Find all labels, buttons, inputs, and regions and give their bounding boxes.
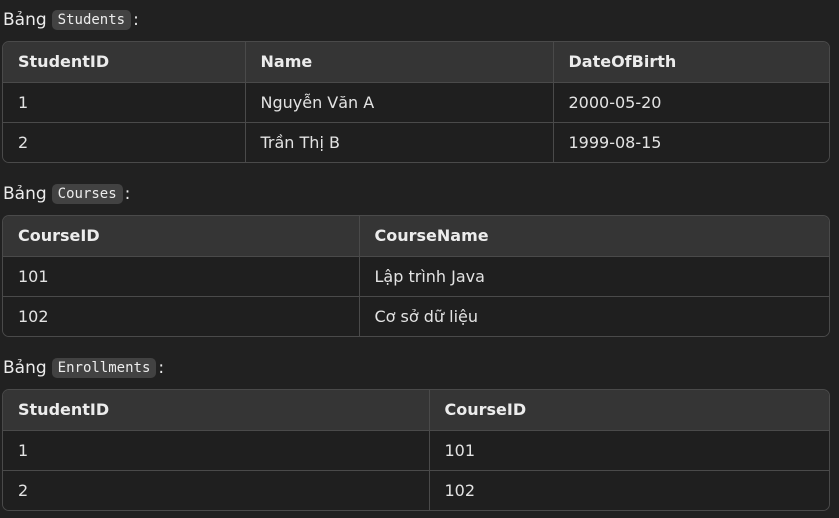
- caption-prefix: Bảng: [3, 10, 47, 30]
- caption-suffix: :: [158, 358, 165, 378]
- column-header: CourseID: [428, 390, 829, 430]
- enrollments-caption: Bảng Enrollments :: [3, 355, 164, 381]
- table-cell: 101: [3, 255, 359, 296]
- enrollments-table: StudentID CourseID 1 101 2 102: [2, 389, 830, 511]
- table-row: 1 101: [3, 429, 829, 470]
- column-header: StudentID: [3, 390, 429, 430]
- table-header-row: CourseID CourseName: [3, 216, 829, 256]
- caption-prefix: Bảng: [3, 358, 47, 378]
- table-name-code: Enrollments: [51, 358, 157, 378]
- table-row: 101 Lập trình Java: [3, 255, 829, 296]
- table-row: 2 Trần Thị B 1999-08-15: [3, 121, 829, 162]
- table-cell: 2: [3, 121, 245, 162]
- courses-table: CourseID CourseName 101 Lập trình Java 1…: [2, 215, 830, 337]
- column-header: DateOfBirth: [552, 42, 829, 82]
- table-cell: 2: [3, 469, 429, 510]
- table-header-row: StudentID CourseID: [3, 390, 829, 430]
- caption-prefix: Bảng: [3, 184, 47, 204]
- students-table: StudentID Name DateOfBirth 1 Nguyễn Văn …: [2, 41, 830, 163]
- table-cell: 1999-08-15: [552, 121, 829, 162]
- column-header: CourseName: [358, 216, 829, 256]
- table-cell: 2000-05-20: [552, 81, 829, 122]
- column-header: CourseID: [3, 216, 359, 256]
- courses-caption: Bảng Courses :: [3, 181, 130, 207]
- table-cell: 101: [428, 429, 829, 470]
- table-cell: 102: [428, 469, 829, 510]
- table-cell: Lập trình Java: [358, 255, 829, 296]
- table-cell: Trần Thị B: [244, 121, 553, 162]
- caption-suffix: :: [124, 184, 131, 204]
- table-cell: Cơ sở dữ liệu: [358, 295, 829, 336]
- students-caption: Bảng Students :: [3, 7, 139, 33]
- table-cell: 1: [3, 429, 429, 470]
- table-name-code: Students: [51, 10, 132, 30]
- table-row: 2 102: [3, 469, 829, 510]
- table-row: 1 Nguyễn Văn A 2000-05-20: [3, 81, 829, 122]
- table-header-row: StudentID Name DateOfBirth: [3, 42, 829, 82]
- column-header: StudentID: [3, 42, 245, 82]
- table-name-code: Courses: [51, 184, 123, 204]
- table-cell: Nguyễn Văn A: [244, 81, 553, 122]
- table-row: 102 Cơ sở dữ liệu: [3, 295, 829, 336]
- table-cell: 1: [3, 81, 245, 122]
- column-header: Name: [244, 42, 553, 82]
- caption-suffix: :: [133, 10, 139, 30]
- table-cell: 102: [3, 295, 359, 336]
